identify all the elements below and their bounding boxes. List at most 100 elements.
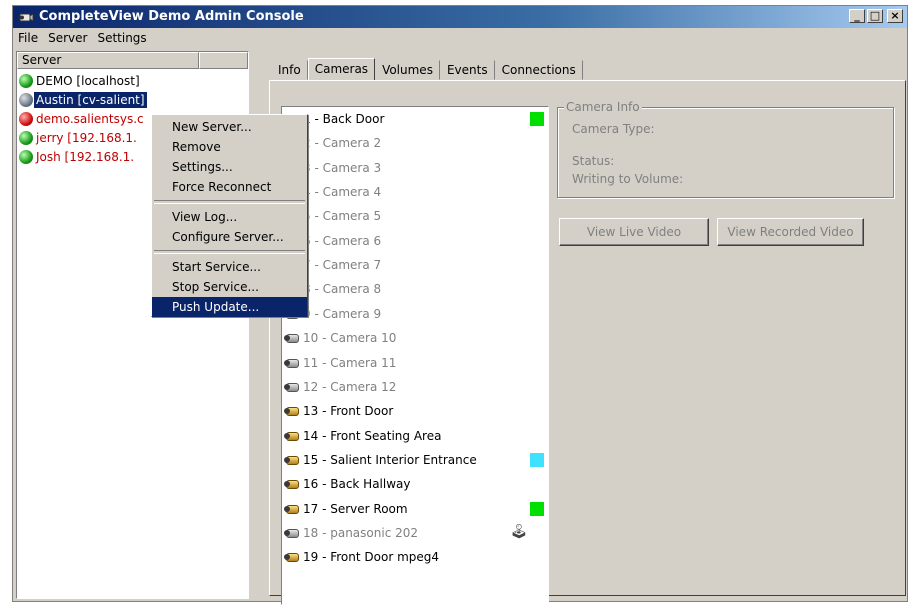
- server-node[interactable]: Austin [cv-salient]: [19, 90, 248, 109]
- camera-item[interactable]: 3 - Camera 3: [284, 158, 546, 178]
- camera-type-label: Camera Type:: [572, 122, 655, 136]
- view-recorded-video-button[interactable]: View Recorded Video: [717, 218, 864, 246]
- camera-item[interactable]: 5 - Camera 5: [284, 206, 546, 226]
- app-window: CompleteView Demo Admin Console _ □ × Fi…: [12, 5, 908, 605]
- camera-item[interactable]: 13 - Front Door: [284, 401, 546, 421]
- camera-label: 16 - Back Hallway: [303, 477, 411, 492]
- tab-cameras[interactable]: Cameras: [307, 58, 376, 81]
- camera-label: 8 - Camera 8: [303, 282, 382, 297]
- server-context-menu: New Server... Remove Settings... Force Reco…: [151, 114, 308, 317]
- camera-status-indicator: [530, 452, 544, 467]
- camera-label: 15 - Salient Interior Entrance: [303, 452, 477, 467]
- camera-label: 7 - Camera 7: [303, 258, 382, 273]
- camera-item[interactable]: 14 - Front Seating Area: [284, 426, 546, 446]
- camera-label: 13 - Front Door: [303, 404, 394, 419]
- menu-item-new-server[interactable]: New Server...: [152, 117, 307, 137]
- writing-to-volume-label: Writing to Volume:: [572, 172, 684, 186]
- menu-item-view-log[interactable]: View Log...: [152, 207, 307, 227]
- server-label: demo.salientsys.c: [36, 111, 144, 126]
- menu-bar: File Server Settings: [13, 28, 907, 48]
- column-header-blank[interactable]: [199, 52, 248, 69]
- menu-separator: [154, 250, 305, 254]
- menu-item-force-reconnect[interactable]: Force Reconnect: [152, 177, 307, 197]
- menu-item-push-update[interactable]: Push Update...: [152, 297, 307, 317]
- camera-item[interactable]: 15 - Salient Interior Entrance: [284, 450, 546, 470]
- camera-label: 18 - panasonic 202: [303, 525, 419, 540]
- menu-separator: [154, 200, 305, 204]
- menu-item-settings[interactable]: Settings...: [152, 157, 307, 177]
- server-column-header[interactable]: Server: [17, 52, 199, 69]
- camera-item[interactable]: 18 - panasonic 202 🕹: [284, 523, 546, 543]
- app-icon: [19, 13, 34, 22]
- status-label: Status:: [572, 154, 615, 168]
- view-live-video-button[interactable]: View Live Video: [559, 218, 709, 246]
- maximize-button[interactable]: □: [867, 9, 883, 23]
- tab-strip: Info Cameras Volumes Events Connections: [271, 58, 583, 81]
- camera-label: 11 - Camera 11: [303, 355, 397, 370]
- camera-item[interactable]: 8 - Camera 8: [284, 279, 546, 299]
- camera-item[interactable]: 9 - Camera 9: [284, 304, 546, 324]
- minimize-button[interactable]: _: [849, 9, 865, 23]
- camera-label: 3 - Camera 3: [303, 160, 382, 175]
- close-button[interactable]: ×: [887, 9, 903, 23]
- tab-volumes[interactable]: Volumes: [375, 60, 440, 80]
- server-status-green-icon: [19, 149, 33, 164]
- camera-item[interactable]: 1 - Back Door: [284, 109, 546, 129]
- server-status-gray-icon: [19, 92, 33, 107]
- camera-item[interactable]: 16 - Back Hallway: [284, 474, 546, 494]
- camera-label: 12 - Camera 12: [303, 379, 397, 394]
- camera-item[interactable]: 19 - Front Door mpeg4: [284, 547, 546, 567]
- camera-item[interactable]: 10 - Camera 10: [284, 328, 546, 348]
- camera-item[interactable]: 2 - Camera 2: [284, 133, 546, 153]
- menu-settings[interactable]: Settings: [92, 28, 151, 48]
- menu-item-configure-server[interactable]: Configure Server...: [152, 227, 307, 247]
- camera-item[interactable]: 6 - Camera 6: [284, 231, 546, 251]
- server-label: jerry [192.168.1.: [36, 130, 137, 145]
- server-status-green-icon: [19, 130, 33, 145]
- camera-label: 17 - Server Room: [303, 501, 408, 516]
- camera-label: 19 - Front Door mpeg4: [303, 550, 440, 565]
- camera-item[interactable]: 4 - Camera 4: [284, 182, 546, 202]
- camera-icon: [284, 356, 302, 370]
- camera-label: 5 - Camera 5: [303, 209, 382, 224]
- server-status-red-icon: [19, 111, 33, 126]
- ptz-joystick-icon: 🕹: [510, 523, 528, 540]
- camera-icon: [284, 502, 302, 516]
- camera-label: 14 - Front Seating Area: [303, 428, 442, 443]
- server-label: DEMO [localhost]: [36, 73, 140, 88]
- camera-label: 4 - Camera 4: [303, 185, 382, 200]
- camera-status-indicator: [530, 501, 544, 516]
- camera-item[interactable]: 12 - Camera 12: [284, 377, 546, 397]
- detail-pane: Info Cameras Volumes Events Connections 1 - …: [257, 51, 917, 605]
- tab-events[interactable]: Events: [440, 60, 495, 80]
- tab-info[interactable]: Info: [271, 60, 308, 80]
- camera-label: 6 - Camera 6: [303, 233, 382, 248]
- server-label: Josh [192.168.1.: [36, 149, 135, 164]
- server-label: Austin [cv-salient]: [34, 91, 147, 108]
- camera-info-legend: Camera Info: [564, 100, 642, 114]
- camera-icon: [284, 404, 302, 418]
- camera-icon: [284, 477, 302, 491]
- window-title: CompleteView Demo Admin Console: [39, 9, 304, 24]
- server-status-green-icon: [19, 73, 33, 88]
- camera-info-group: Camera Info Camera Type: Status: Writing…: [557, 100, 894, 198]
- camera-label: 9 - Camera 9: [303, 306, 382, 321]
- title-bar[interactable]: CompleteView Demo Admin Console _ □ ×: [13, 6, 907, 28]
- camera-icon: [284, 526, 302, 540]
- tab-connections[interactable]: Connections: [495, 60, 583, 80]
- menu-server[interactable]: Server: [43, 28, 92, 48]
- menu-item-stop-service[interactable]: Stop Service...: [152, 277, 307, 297]
- camera-item[interactable]: 17 - Server Room: [284, 499, 546, 519]
- camera-label: 10 - Camera 10: [303, 331, 397, 346]
- camera-list[interactable]: 1 - Back Door 2 - Camera 2 3 - Camera 3 4 -…: [281, 106, 549, 605]
- camera-item[interactable]: 7 - Camera 7: [284, 255, 546, 275]
- menu-item-start-service[interactable]: Start Service...: [152, 257, 307, 277]
- camera-icon: [284, 429, 302, 443]
- server-node[interactable]: DEMO [localhost]: [19, 71, 248, 90]
- camera-icon: [284, 453, 302, 467]
- menu-file[interactable]: File: [13, 28, 43, 48]
- camera-icon: [284, 331, 302, 345]
- camera-item[interactable]: 11 - Camera 11: [284, 353, 546, 373]
- camera-icon: [284, 550, 302, 564]
- menu-item-remove[interactable]: Remove: [152, 137, 307, 157]
